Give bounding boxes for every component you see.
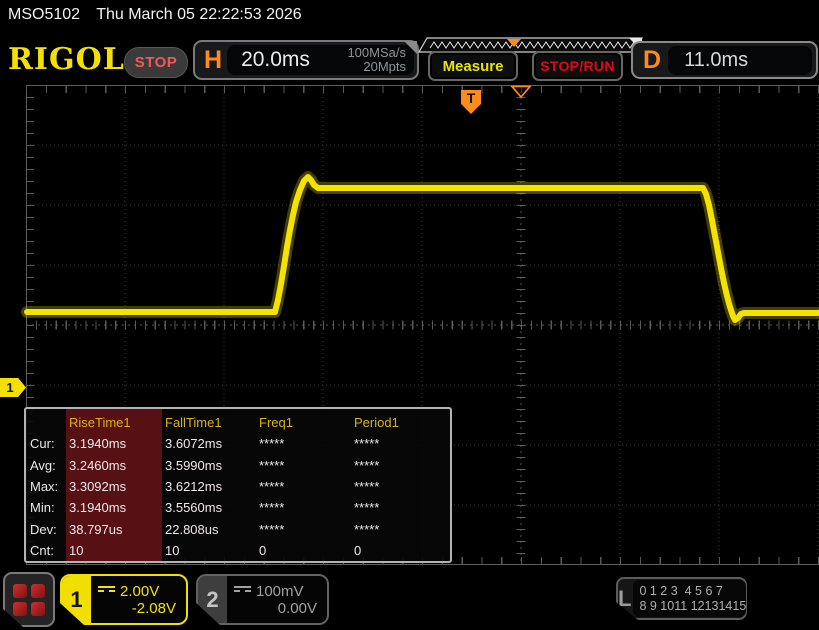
channel1-offset: -2.08V — [91, 600, 186, 617]
model-name: MSO5102 — [8, 6, 80, 23]
row-label-avg: Avg: — [30, 455, 69, 476]
table-value: 3.1940ms — [69, 433, 165, 454]
table-value: ***** — [259, 433, 354, 454]
col-header-period[interactable]: Period1 — [354, 412, 450, 433]
channel2-info: 100mV 0.00V — [227, 576, 327, 623]
logic-channels-row1: 0 1 2 3 4 5 6 7 — [639, 584, 746, 599]
table-value: 3.6212ms — [165, 476, 259, 497]
measurement-table: RiseTime1 FallTime1 Freq1 Period1 Cur: 3… — [24, 407, 452, 563]
logic-channels: 0 1 2 3 4 5 6 7 8 9 1011 12131415 — [633, 580, 746, 617]
table-value: ***** — [354, 433, 450, 454]
table-value: ***** — [354, 518, 450, 539]
dc-coupling-icon — [98, 586, 115, 597]
menu-grid-icon — [13, 584, 45, 616]
row-label-cnt: Cnt: — [30, 540, 69, 561]
trigger-position-triangle[interactable] — [512, 87, 530, 98]
acquisition-info: 100MSa/s 20Mpts — [347, 46, 406, 74]
logic-label: L — [618, 579, 631, 618]
table-corner — [30, 412, 69, 433]
table-value: 0 — [354, 540, 450, 561]
row-label-min: Min: — [30, 497, 69, 518]
delay-value: 11.0ms — [684, 49, 748, 72]
col-header-falltime[interactable]: FallTime1 — [165, 412, 259, 433]
table-value: ***** — [259, 476, 354, 497]
d-label: D — [643, 46, 661, 75]
table-value: 22.808us — [165, 518, 259, 539]
channel2-scale: 100mV — [256, 583, 304, 600]
timebase-pill: 20.0ms 100MSa/s 20Mpts — [227, 45, 414, 75]
channel2-offset: 0.00V — [227, 600, 327, 617]
dc-coupling-icon — [234, 586, 251, 597]
delay-box[interactable]: D 11.0ms — [631, 41, 818, 79]
channel1-number: 1 — [62, 576, 91, 623]
table-value: 3.6072ms — [165, 433, 259, 454]
row-label-dev: Dev: — [30, 518, 69, 539]
hbox-corner-fold — [404, 41, 417, 54]
run-state-badge[interactable]: STOP — [124, 47, 188, 78]
datetime: Thu March 05 22:22:53 2026 — [96, 6, 301, 23]
menu-button[interactable] — [3, 572, 55, 627]
row-label-cur: Cur: — [30, 433, 69, 454]
logic-analyzer-box[interactable]: L 0 1 2 3 4 5 6 7 8 9 1011 12131415 — [616, 577, 747, 620]
table-value: ***** — [354, 497, 450, 518]
delay-pill: 11.0ms — [668, 46, 812, 75]
horizontal-timebase-box[interactable]: H 20.0ms 100MSa/s 20Mpts — [193, 40, 419, 80]
titlebar: MSO5102 Thu March 05 22:22:53 2026 — [8, 6, 302, 24]
table-value: ***** — [354, 476, 450, 497]
rigol-logo: RIGOL — [8, 42, 125, 77]
table-value: 10 — [165, 540, 259, 561]
table-value: 3.1940ms — [69, 497, 165, 518]
table-value: ***** — [259, 497, 354, 518]
channel1-trace — [27, 177, 819, 320]
logic-channels-row2: 8 9 1011 12131415 — [639, 599, 746, 614]
table-value: ***** — [259, 455, 354, 476]
table-value: ***** — [259, 518, 354, 539]
table-value: ***** — [354, 455, 450, 476]
memory-depth: 20Mpts — [363, 59, 406, 74]
h-label: H — [204, 46, 222, 75]
table-value: 38.797us — [69, 518, 165, 539]
row-label-max: Max: — [30, 476, 69, 497]
col-header-freq[interactable]: Freq1 — [259, 412, 354, 433]
oscilloscope-screen: MSO5102 Thu March 05 22:22:53 2026 RIGOL… — [0, 0, 819, 630]
table-value: 0 — [259, 540, 354, 561]
timebase-value: 20.0ms — [241, 48, 310, 72]
sample-rate: 100MSa/s — [347, 45, 406, 60]
table-value: 3.5560ms — [165, 497, 259, 518]
channel2-status-box[interactable]: 2 100mV 0.00V — [196, 574, 329, 625]
channel1-status-box[interactable]: 1 2.00V -2.08V — [60, 574, 188, 625]
col-header-risetime[interactable]: RiseTime1 — [69, 412, 165, 433]
measure-button[interactable]: Measure — [428, 51, 518, 81]
table-value: 3.2460ms — [69, 455, 165, 476]
channel1-scale: 2.00V — [120, 583, 159, 600]
channel1-info: 2.00V -2.08V — [91, 576, 186, 623]
stop-run-button[interactable]: STOP/RUN — [532, 51, 623, 81]
table-value: 3.3092ms — [69, 476, 165, 497]
table-value: 3.5990ms — [165, 455, 259, 476]
table-value: 10 — [69, 540, 165, 561]
channel2-number: 2 — [198, 576, 227, 623]
